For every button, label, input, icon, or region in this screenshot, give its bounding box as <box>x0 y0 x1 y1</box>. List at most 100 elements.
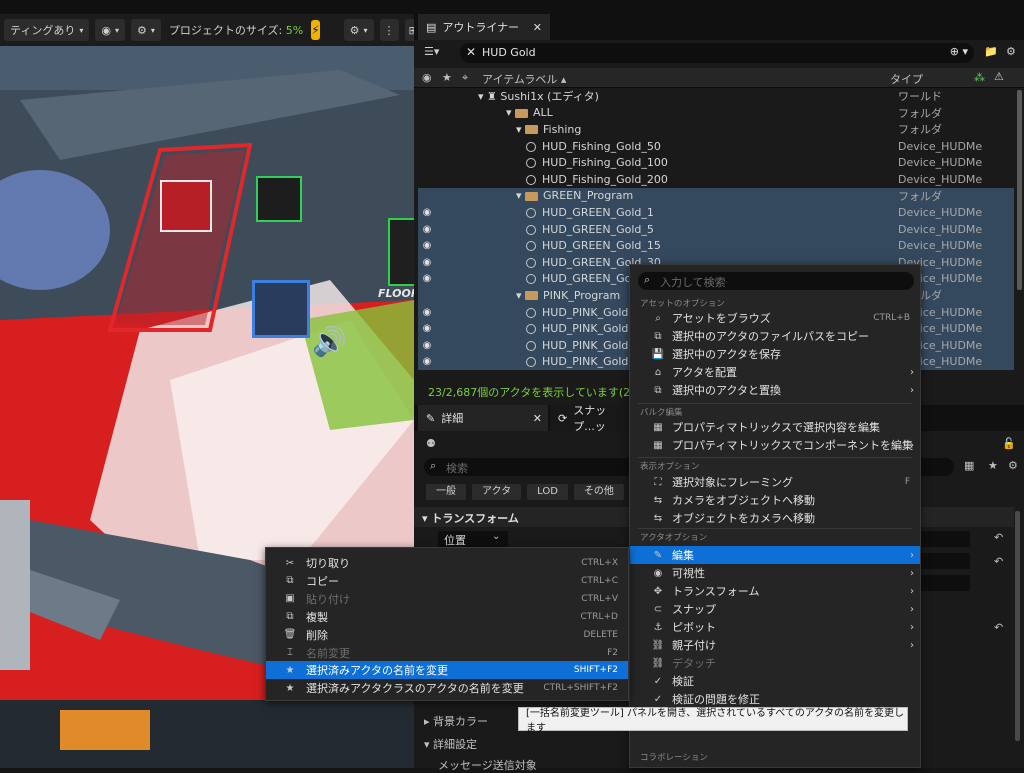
row-type: フォルダ <box>898 106 942 120</box>
visibility-eye-icon[interactable]: ◉ <box>418 224 436 235</box>
filter-chip[interactable]: その他 <box>573 484 624 500</box>
menu-item-label: 検証 <box>672 675 694 688</box>
settings-icon[interactable]: ⚙ <box>1006 45 1016 58</box>
device-icon-green[interactable] <box>388 218 414 286</box>
menu-item[interactable]: ✥ トランスフォーム › <box>630 582 920 600</box>
outliner-row[interactable]: ▾ ♜ Sushi1x (エディタ) ワールド <box>418 88 1014 105</box>
menu-item[interactable]: ★ 選択済みアクタクラスのアクタの名前を変更 CTRL+SHIFT+F2 <box>266 679 628 697</box>
outliner-row[interactable]: ▾ GREEN_Program フォルダ <box>418 187 1014 205</box>
menu-item[interactable]: ✓ 検証 <box>630 672 920 690</box>
menu-item[interactable]: ⧉ コピー CTRL+C <box>266 572 628 590</box>
tab-outliner[interactable]: ▤ アウトライナー ✕ <box>418 14 550 40</box>
details-scrollbar[interactable] <box>1015 511 1020 741</box>
menu-item[interactable]: ⊂ スナップ › <box>630 600 920 618</box>
lock-icon[interactable]: 🔓 <box>1002 437 1016 450</box>
outliner-row[interactable]: ◉ HUD_GREEN_Gold_15 Device_HUDMe <box>418 237 1014 254</box>
visibility-eye-icon[interactable]: ◉ <box>418 340 436 351</box>
menu-search-input[interactable]: ⌕ 入力して検索 <box>638 272 914 290</box>
visibility-column-icon[interactable]: ◉ <box>422 71 432 84</box>
actor-icon <box>526 340 536 351</box>
add-folder-icon[interactable]: 📁 <box>984 45 998 58</box>
device-icon-refresh[interactable] <box>256 176 302 222</box>
location-dropdown[interactable]: 位置 ⌄ <box>438 531 508 547</box>
menu-item[interactable]: ⧉ 選択中のアクタと置換 › <box>630 381 920 399</box>
menu-item[interactable]: ⇆ オブジェクトをカメラへ移動 <box>630 509 920 527</box>
menu-item[interactable]: ▣ 貼り付け CTRL+V <box>266 590 628 608</box>
show-flags-button[interactable]: ◉ ▾ <box>95 19 125 41</box>
realtime-dropdown[interactable]: ティングあり ▾ <box>4 19 90 41</box>
menu-item[interactable]: ⌂ アクタを配置 › <box>630 363 920 381</box>
settings-button[interactable]: ⚙ ▾ <box>343 19 374 41</box>
menu-item[interactable]: ▦ プロパティマトリックスで選択内容を編集 <box>630 418 920 436</box>
menu-item-icon: ⧉ <box>286 611 294 623</box>
add-filter-icon[interactable]: ⊕ ▾ <box>950 45 968 58</box>
actor-context-menu: ⌕ 入力して検索 アセットのオプション ⌕ アセットをブラウズ CTRL+B ⧉ 選択中の… <box>629 264 921 768</box>
actor-icon <box>526 357 536 368</box>
menu-item[interactable]: 💾 選択中のアクタを保存 <box>630 345 920 363</box>
menu-item[interactable]: ◉ 可視性 › <box>630 564 920 582</box>
filter-chip[interactable]: アクタ <box>472 484 522 500</box>
filter-icon[interactable]: ☰▾ <box>424 45 439 58</box>
grid-view-icon[interactable]: ▦ <box>964 459 974 472</box>
filter-chip[interactable]: 一般 <box>426 484 466 500</box>
visibility-eye-icon[interactable]: ◉ <box>418 356 436 367</box>
menu-item[interactable]: ⧉ 選択中のアクタのファイルパスをコピー <box>630 327 920 345</box>
actor-icon: ⚉ <box>426 437 436 450</box>
menu-item[interactable]: ⌕ アセットをブラウズ CTRL+B <box>630 309 920 327</box>
visibility-eye-icon[interactable]: ◉ <box>418 323 436 334</box>
menu-item[interactable]: ⛶ 選択対象にフレーミング F <box>630 473 920 491</box>
speaker-icon[interactable]: 🔊 <box>312 325 347 358</box>
visibility-eye-icon[interactable]: ◉ <box>418 307 436 318</box>
reset-icon[interactable]: ↶ <box>994 555 1003 568</box>
menu-item[interactable]: ⛓ デタッチ <box>630 654 920 672</box>
performance-warning-icon[interactable]: ⚡ <box>311 20 320 40</box>
star-column-icon[interactable]: ★ <box>442 71 452 84</box>
menu-item[interactable]: ✂ 切り取り CTRL+X <box>266 554 628 572</box>
outliner-row[interactable]: HUD_Fishing_Gold_50 Device_HUDMe <box>418 138 1014 155</box>
reset-icon[interactable]: ↶ <box>994 531 1003 544</box>
tab-details[interactable]: ✎ 詳細 ✕ <box>418 405 548 431</box>
outliner-row[interactable]: ◉ HUD_GREEN_Gold_1 Device_HUDMe <box>418 204 1014 221</box>
outliner-row[interactable]: HUD_Fishing_Gold_100 Device_HUDMe <box>418 154 1014 171</box>
outliner-row[interactable]: HUD_Fishing_Gold_200 Device_HUDMe <box>418 171 1014 188</box>
menu-item[interactable]: 🗑 削除 DELETE <box>266 626 628 644</box>
clear-search-icon[interactable]: ✕ <box>466 45 476 59</box>
outliner-scrollbar[interactable] <box>1017 90 1022 290</box>
more-menu-button[interactable]: ⋮ <box>379 19 399 41</box>
menu-item[interactable]: ⇆ カメラをオブジェクトへ移動 <box>630 491 920 509</box>
column-options-icon[interactable]: ⁂ <box>974 71 985 84</box>
warning-icon[interactable]: ⚠ <box>994 70 1004 83</box>
visibility-eye-icon[interactable]: ◉ <box>418 257 436 268</box>
layout-button[interactable]: ⊞ <box>404 19 414 41</box>
menu-item[interactable]: ★ 選択済みアクタの名前を変更 SHIFT+F2 <box>266 661 628 680</box>
tab-snap[interactable]: ⟳ スナップ...ッ <box>550 404 632 433</box>
menu-item[interactable]: ▦ プロパティマトリックスでコンポーネントを編集 › <box>630 436 920 454</box>
menu-item[interactable]: ✎ 編集 › <box>630 546 920 564</box>
menu-item[interactable]: ⌶ 名前変更 F2 <box>266 644 628 662</box>
filter-chip[interactable]: LOD <box>527 484 568 500</box>
item-label-header[interactable]: アイテムラベル ▴ <box>482 71 566 87</box>
device-icon-hierarchy[interactable] <box>252 280 310 338</box>
menu-item[interactable]: ⛓ 親子付け › <box>630 636 920 654</box>
settings-icon[interactable]: ⚙ <box>1008 459 1018 472</box>
visibility-eye-icon[interactable]: ◉ <box>418 273 436 284</box>
reset-icon[interactable]: ↶ <box>994 621 1003 634</box>
visibility-eye-icon[interactable]: ◉ <box>418 240 436 251</box>
favorite-icon[interactable]: ★ <box>988 459 998 472</box>
pin-column-icon[interactable]: ⌖ <box>462 71 468 85</box>
close-icon[interactable]: ✕ <box>533 21 542 34</box>
outliner-row[interactable]: ▾ Fishing フォルダ <box>418 121 1014 138</box>
menu-item-icon: ⧉ <box>654 384 662 396</box>
scalability-button[interactable]: ⚙ ▾ <box>130 19 161 41</box>
type-header[interactable]: タイプ <box>890 71 923 87</box>
outliner-row[interactable]: ◉ HUD_GREEN_Gold_5 Device_HUDMe <box>418 220 1014 238</box>
close-icon[interactable]: ✕ <box>533 412 542 425</box>
menu-item[interactable]: ⚓ ピボット › <box>630 618 920 636</box>
outliner-row[interactable]: ▾ ALL フォルダ <box>418 105 1014 122</box>
visibility-eye-icon[interactable]: ◉ <box>418 207 436 218</box>
outliner-search-input[interactable]: ✕ HUD Gold ⊕ ▾ <box>460 43 974 63</box>
device-icon-brick[interactable] <box>160 180 212 232</box>
menu-item-label: 親子付け <box>672 639 716 652</box>
pencil-icon: ✎ <box>426 411 436 425</box>
menu-item[interactable]: ⧉ 複製 CTRL+D <box>266 608 628 626</box>
